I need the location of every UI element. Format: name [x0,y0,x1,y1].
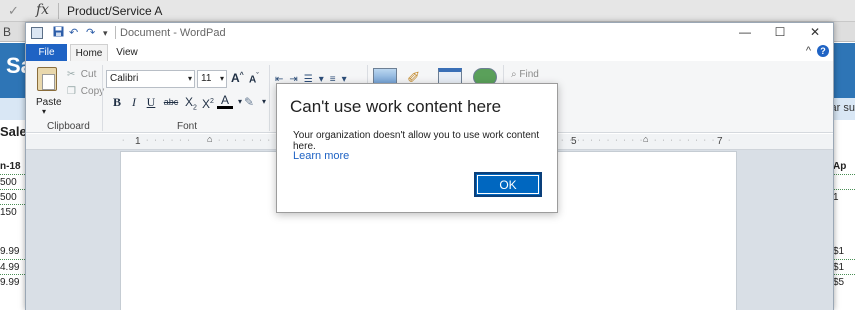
cell-border [834,189,855,190]
tab-home[interactable]: Home [70,44,108,61]
save-icon[interactable] [53,26,64,40]
ribbon-tabs: File Home View ^ ? [26,44,833,61]
clipboard-group-label: Clipboard [47,121,90,132]
grow-font-icon[interactable]: A^ [231,71,244,85]
divider [102,65,103,131]
divider [269,65,270,131]
font-size-select[interactable]: 11 ▾ [197,70,227,88]
cell-border [834,274,855,275]
cell-border [834,259,855,260]
customize-qat-icon[interactable]: ▾ [103,28,108,39]
cut-button[interactable]: ✂ Cut [67,69,96,80]
binoculars-icon: ⌕ [511,69,517,80]
cell-border [0,274,25,275]
paste-button[interactable]: Paste [36,97,62,108]
ruler-number: 1 [135,136,141,147]
maximize-button[interactable]: ☐ [770,25,790,41]
copy-icon: ❐ [67,86,76,97]
find-label: Find [519,69,539,80]
wordpad-app-icon[interactable] [31,27,43,39]
cell[interactable]: Ap [833,161,855,172]
divider [58,3,59,19]
close-button[interactable]: ✕ [805,25,825,41]
cell[interactable]: 1 [833,192,855,203]
cut-label: Cut [80,69,97,80]
font-name-value: Calibri [110,73,139,84]
font-group-label: Font [177,121,198,132]
formula-bar: ✓ fx Product/Service A [0,0,855,22]
cell[interactable]: n-18 [0,161,26,172]
chevron-down-icon[interactable]: ▾ [42,107,46,116]
check-icon[interactable]: ✓ [8,3,19,19]
bold-icon[interactable]: B [109,94,125,110]
redo-icon[interactable]: ↷ [86,26,95,39]
indent-marker-icon[interactable]: ⌂ [207,134,212,144]
cell-border [0,174,25,175]
cell-border [0,189,25,190]
right-indent-marker-icon[interactable]: ⌂ [643,134,648,144]
ruler-marks: · [122,137,127,144]
cell-border [834,174,855,175]
ruler-number: 7 [717,136,723,147]
cell-border [0,204,25,205]
title-bar: ↶ ↷ ▾ Document - WordPad — ☐ ✕ [26,23,833,44]
divider [115,26,116,39]
font-size-value: 11 [201,73,212,84]
font-name-select[interactable]: Calibri ▾ [106,70,195,88]
minimize-button[interactable]: — [735,25,755,41]
column-header-b[interactable]: B [3,25,11,39]
cell[interactable]: $5 [833,277,855,288]
ruler-marks: · · · · · · [146,137,192,144]
help-icon[interactable]: ? [817,45,829,57]
cell[interactable]: 500 [0,177,26,188]
find-button[interactable]: ⌕ Find [511,69,539,80]
formula-input[interactable]: Product/Service A [67,4,162,18]
highlight-icon[interactable]: ✎ [241,94,257,110]
subtitle-fragment: ar su [830,102,855,114]
chevron-down-icon: ▾ [219,74,224,83]
undo-icon[interactable]: ↶ [69,26,78,39]
dialog-message: Your organization doesn't allow you to u… [293,130,540,152]
ruler-number: 5 [571,136,577,147]
clipboard-icon[interactable] [37,67,57,91]
work-content-dialog: Can't use work content here Your organiz… [276,83,558,213]
chevron-down-icon: ▾ [187,74,192,83]
copy-button[interactable]: ❐ Copy [67,86,104,97]
learn-more-link[interactable]: Learn more [293,150,349,162]
copy-label: Copy [80,86,105,97]
ok-button[interactable]: OK [474,172,542,197]
scissors-icon: ✂ [67,69,76,80]
cell[interactable]: 9.99 [0,277,26,288]
ruler-marks: · [728,137,733,144]
underline-icon[interactable]: U [143,94,159,110]
strikethrough-icon[interactable]: abc [161,94,181,110]
cell[interactable]: $1 [833,262,855,273]
dialog-title: Can't use work content here [290,97,502,116]
fx-icon[interactable]: fx [36,2,49,18]
cell[interactable]: 9.99 [0,246,26,257]
cell[interactable]: 4.99 [0,262,26,273]
cell[interactable]: 150 [0,207,26,218]
superscript-icon[interactable]: X2 [200,94,216,111]
italic-icon[interactable]: I [126,94,142,110]
subscript-icon[interactable]: X2 [183,94,199,111]
cell[interactable]: 500 [0,192,26,203]
font-color-icon[interactable]: A [217,94,233,109]
ruler-marks: · · · · · · · · [582,137,645,144]
tab-view[interactable]: View [112,44,142,61]
tab-file[interactable]: File [26,44,67,61]
cell[interactable]: $1 [833,246,855,257]
collapse-ribbon-icon[interactable]: ^ [806,45,811,57]
cell-border [0,259,25,260]
ruler-marks: · · · · · · · · [654,137,717,144]
window-title: Document - WordPad [120,27,226,39]
ruler-marks: · · · · · · · · [218,137,281,144]
shrink-font-icon[interactable]: Aˇ [249,73,259,85]
